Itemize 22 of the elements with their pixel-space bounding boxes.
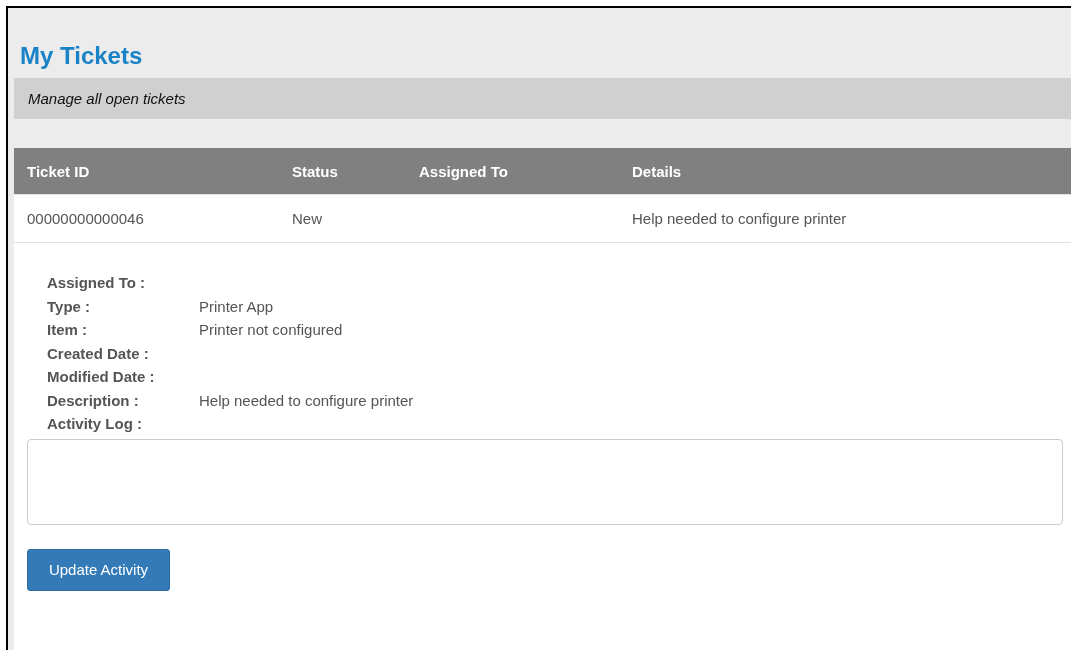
column-header: Assigned To	[418, 162, 509, 180]
column-header: Status	[291, 162, 339, 180]
activity-log-field[interactable]	[27, 438, 1063, 525]
field-value: Printer not configured	[199, 321, 344, 339]
field-label: Item :	[47, 321, 88, 339]
table-cell-text: Help needed to configure printer	[631, 210, 848, 227]
subtitle: Manage all open tickets	[28, 90, 186, 107]
column-header: Ticket ID	[26, 162, 91, 180]
field-label: Description :	[47, 391, 140, 409]
field-value: Printer App	[199, 297, 275, 315]
table-row[interactable]: 00000000000046 New Help needed to configure printer	[14, 194, 1071, 243]
column-header: Details	[631, 162, 683, 180]
field-label: Activity Log :	[47, 415, 143, 433]
table-cell-text: New	[291, 210, 323, 227]
field-label: Assigned To :	[47, 274, 147, 292]
page-title: My Tickets	[19, 41, 144, 71]
field-label: Modified Date :	[47, 368, 156, 386]
field-value: Help needed to configure printer	[199, 391, 415, 409]
field-label: Type :	[47, 297, 92, 315]
update-activity-button[interactable]: Update Activity	[27, 548, 170, 591]
field-label: Created Date :	[47, 344, 150, 362]
table-cell-text: 00000000000046	[26, 210, 145, 227]
